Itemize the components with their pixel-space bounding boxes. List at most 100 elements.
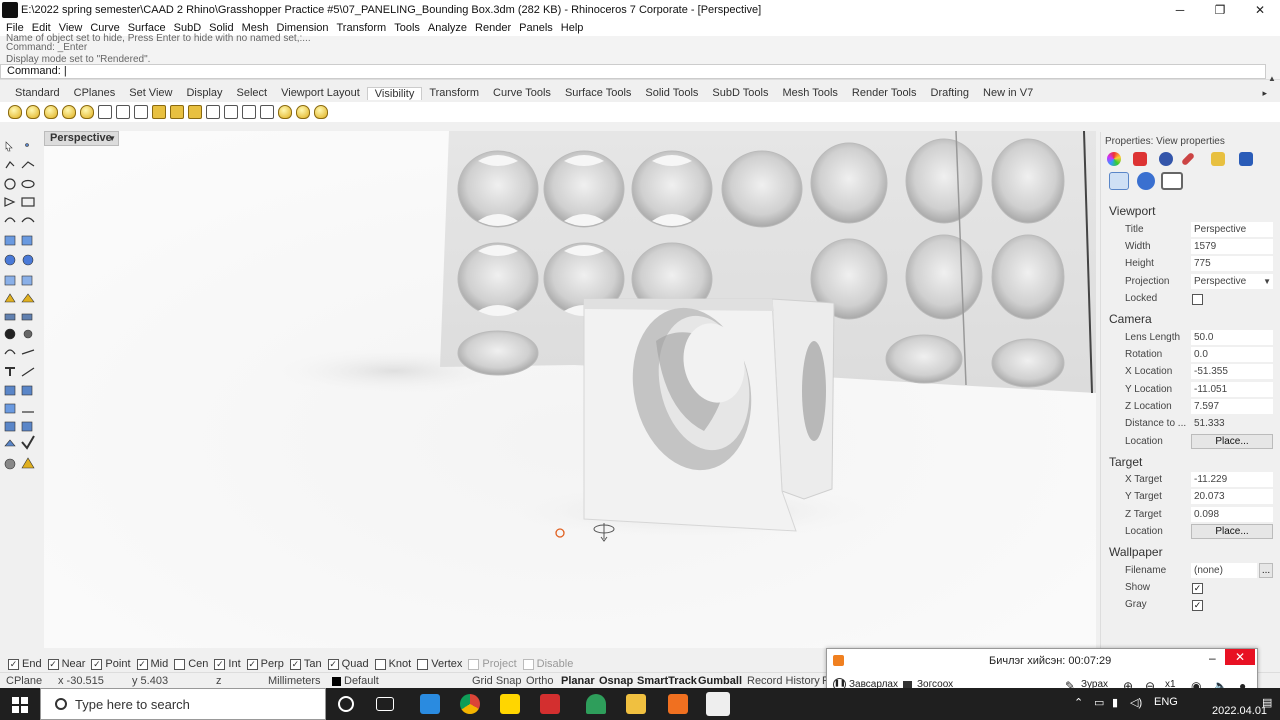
render-icon[interactable] xyxy=(1159,152,1173,166)
width-field[interactable]: 1579 xyxy=(1191,239,1273,254)
recorder-close-button[interactable]: ✕ xyxy=(1225,649,1255,665)
tab-curve-tools[interactable]: Curve Tools xyxy=(486,87,558,99)
rhino-taskbar-icon[interactable] xyxy=(706,692,730,716)
chevron-down-icon[interactable]: ▼ xyxy=(1263,274,1271,289)
tab-display[interactable]: Display xyxy=(179,87,229,99)
object-properties-icon[interactable] xyxy=(1107,152,1121,166)
smarttrack-toggle[interactable]: SmartTrack xyxy=(637,675,697,687)
units-label[interactable]: Millimeters xyxy=(268,675,321,687)
tab-transform[interactable]: Transform xyxy=(422,87,486,99)
osnap-int[interactable]: ✓ Int xyxy=(214,658,241,670)
chrome-icon[interactable] xyxy=(460,694,480,714)
tab-standard[interactable]: Standard xyxy=(8,87,67,99)
camera-icon[interactable] xyxy=(1109,172,1129,190)
show-selected-icon[interactable] xyxy=(44,105,58,119)
cortana-icon[interactable] xyxy=(338,696,354,712)
menu-help[interactable]: Help xyxy=(557,22,588,34)
tab-render-tools[interactable]: Render Tools xyxy=(845,87,924,99)
z-target-field[interactable]: 0.098 xyxy=(1191,507,1273,522)
height-field[interactable]: 775 xyxy=(1191,256,1273,271)
tab-overflow-icon[interactable]: ▸ xyxy=(1255,88,1274,99)
show-checkbox[interactable]: ✓ xyxy=(1192,583,1203,594)
task-view-icon[interactable] xyxy=(376,697,394,711)
mail-icon[interactable] xyxy=(420,694,440,714)
osnap-quad[interactable]: ✓ Quad xyxy=(327,658,369,670)
hide-unselected-icon[interactable] xyxy=(80,105,94,119)
z-location-field[interactable]: 7.597 xyxy=(1191,399,1273,414)
menu-transform[interactable]: Transform xyxy=(333,22,391,34)
tab-solid-tools[interactable]: Solid Tools xyxy=(638,87,705,99)
x-location-field[interactable]: -51.355 xyxy=(1191,364,1273,379)
network-icon[interactable]: ▭ xyxy=(1094,696,1104,709)
osnap-checkbox[interactable]: ✓ xyxy=(214,658,226,670)
points-off-icon[interactable] xyxy=(134,105,148,119)
tab-drafting[interactable]: Drafting xyxy=(924,87,977,99)
osnap-checkbox[interactable]: ✓ xyxy=(327,658,339,670)
language-indicator[interactable]: ENG xyxy=(1154,696,1178,708)
osnap-point[interactable]: ✓ Point xyxy=(91,658,131,670)
hide-swap-icon[interactable] xyxy=(62,105,76,119)
file-explorer-icon[interactable] xyxy=(626,694,646,714)
planar-toggle[interactable]: Planar xyxy=(561,675,595,687)
target-place-button[interactable]: Place... xyxy=(1191,524,1273,539)
grid-snap-toggle[interactable]: Grid Snap xyxy=(472,675,522,687)
osnap-knot[interactable]: Knot xyxy=(374,658,411,670)
gumball-toggle[interactable]: Gumball xyxy=(698,675,742,687)
osnap-end[interactable]: ✓ End xyxy=(8,658,42,670)
layer-label[interactable]: Default xyxy=(344,675,379,687)
show-points-icon[interactable] xyxy=(98,105,112,119)
title-field[interactable]: Perspective xyxy=(1191,222,1273,237)
gray-checkbox[interactable]: ✓ xyxy=(1192,600,1203,611)
perspective-viewport[interactable] xyxy=(44,131,1096,648)
lens-length-field[interactable]: 50.0 xyxy=(1191,330,1273,345)
lock-icon[interactable] xyxy=(152,105,166,119)
menu-analyze[interactable]: Analyze xyxy=(424,22,471,34)
osnap-cen[interactable]: Cen xyxy=(174,658,208,670)
folder-icon[interactable] xyxy=(1211,152,1225,166)
record-history-toggle[interactable]: Record History xyxy=(747,675,820,687)
osnap-checkbox[interactable] xyxy=(417,658,429,670)
tab-set-view[interactable]: Set View xyxy=(122,87,179,99)
tab-select[interactable]: Select xyxy=(230,87,275,99)
osnap-near[interactable]: ✓ Near xyxy=(47,658,85,670)
hide-in-detail-icon[interactable] xyxy=(296,105,310,119)
tab-viewport-layout[interactable]: Viewport Layout xyxy=(274,87,367,99)
menu-render[interactable]: Render xyxy=(471,22,515,34)
osnap-checkbox[interactable]: ✓ xyxy=(47,658,59,670)
show-in-detail-icon[interactable] xyxy=(278,105,292,119)
battery-icon[interactable]: ▮ xyxy=(1112,696,1118,709)
hide-in-view-icon[interactable] xyxy=(314,105,328,119)
chevron-down-icon[interactable]: ▼ xyxy=(108,132,116,145)
osnap-checkbox[interactable] xyxy=(374,658,386,670)
left-tool-icons[interactable] xyxy=(0,132,42,472)
osnap-mid[interactable]: ✓ Mid xyxy=(136,658,168,670)
y-location-field[interactable]: -11.051 xyxy=(1191,382,1273,397)
camera-place-button[interactable]: Place... xyxy=(1191,434,1273,449)
osnap-checkbox[interactable]: ✓ xyxy=(136,658,148,670)
recorder-minimize-button[interactable]: – xyxy=(1209,651,1216,665)
windows-start-icon[interactable] xyxy=(12,697,28,713)
viewport-title-tab[interactable]: Perspective ▼ xyxy=(44,131,119,146)
taskbar-search[interactable]: Type here to search xyxy=(40,688,326,720)
unlock-selected-icon[interactable] xyxy=(224,105,238,119)
minimize-button[interactable]: ─ xyxy=(1160,3,1200,17)
rotation-field[interactable]: 0.0 xyxy=(1191,347,1273,362)
material-icon[interactable] xyxy=(1133,152,1147,166)
maximize-button[interactable]: ❐ xyxy=(1200,3,1240,17)
tab-cplanes[interactable]: CPlanes xyxy=(67,87,123,99)
osnap-tan[interactable]: ✓ Tan xyxy=(289,658,322,670)
kakaotalk-icon[interactable] xyxy=(500,694,520,714)
x-target-field[interactable]: -11.229 xyxy=(1191,472,1273,487)
close-button[interactable]: ✕ xyxy=(1240,3,1280,17)
menu-panels[interactable]: Panels xyxy=(515,22,557,34)
hide-objects-icon[interactable] xyxy=(26,105,40,119)
tab-new-in-v7[interactable]: New in V7 xyxy=(976,87,1040,99)
recorder-app-icon[interactable] xyxy=(668,694,688,714)
shield-app-icon[interactable] xyxy=(586,694,606,714)
office-icon[interactable] xyxy=(540,694,560,714)
lock-selected-icon[interactable] xyxy=(206,105,220,119)
tab-surface-tools[interactable]: Surface Tools xyxy=(558,87,638,99)
ortho-toggle[interactable]: Ortho xyxy=(526,675,554,687)
osnap-checkbox[interactable]: ✓ xyxy=(289,658,301,670)
osnap-toggle[interactable]: Osnap xyxy=(599,675,633,687)
